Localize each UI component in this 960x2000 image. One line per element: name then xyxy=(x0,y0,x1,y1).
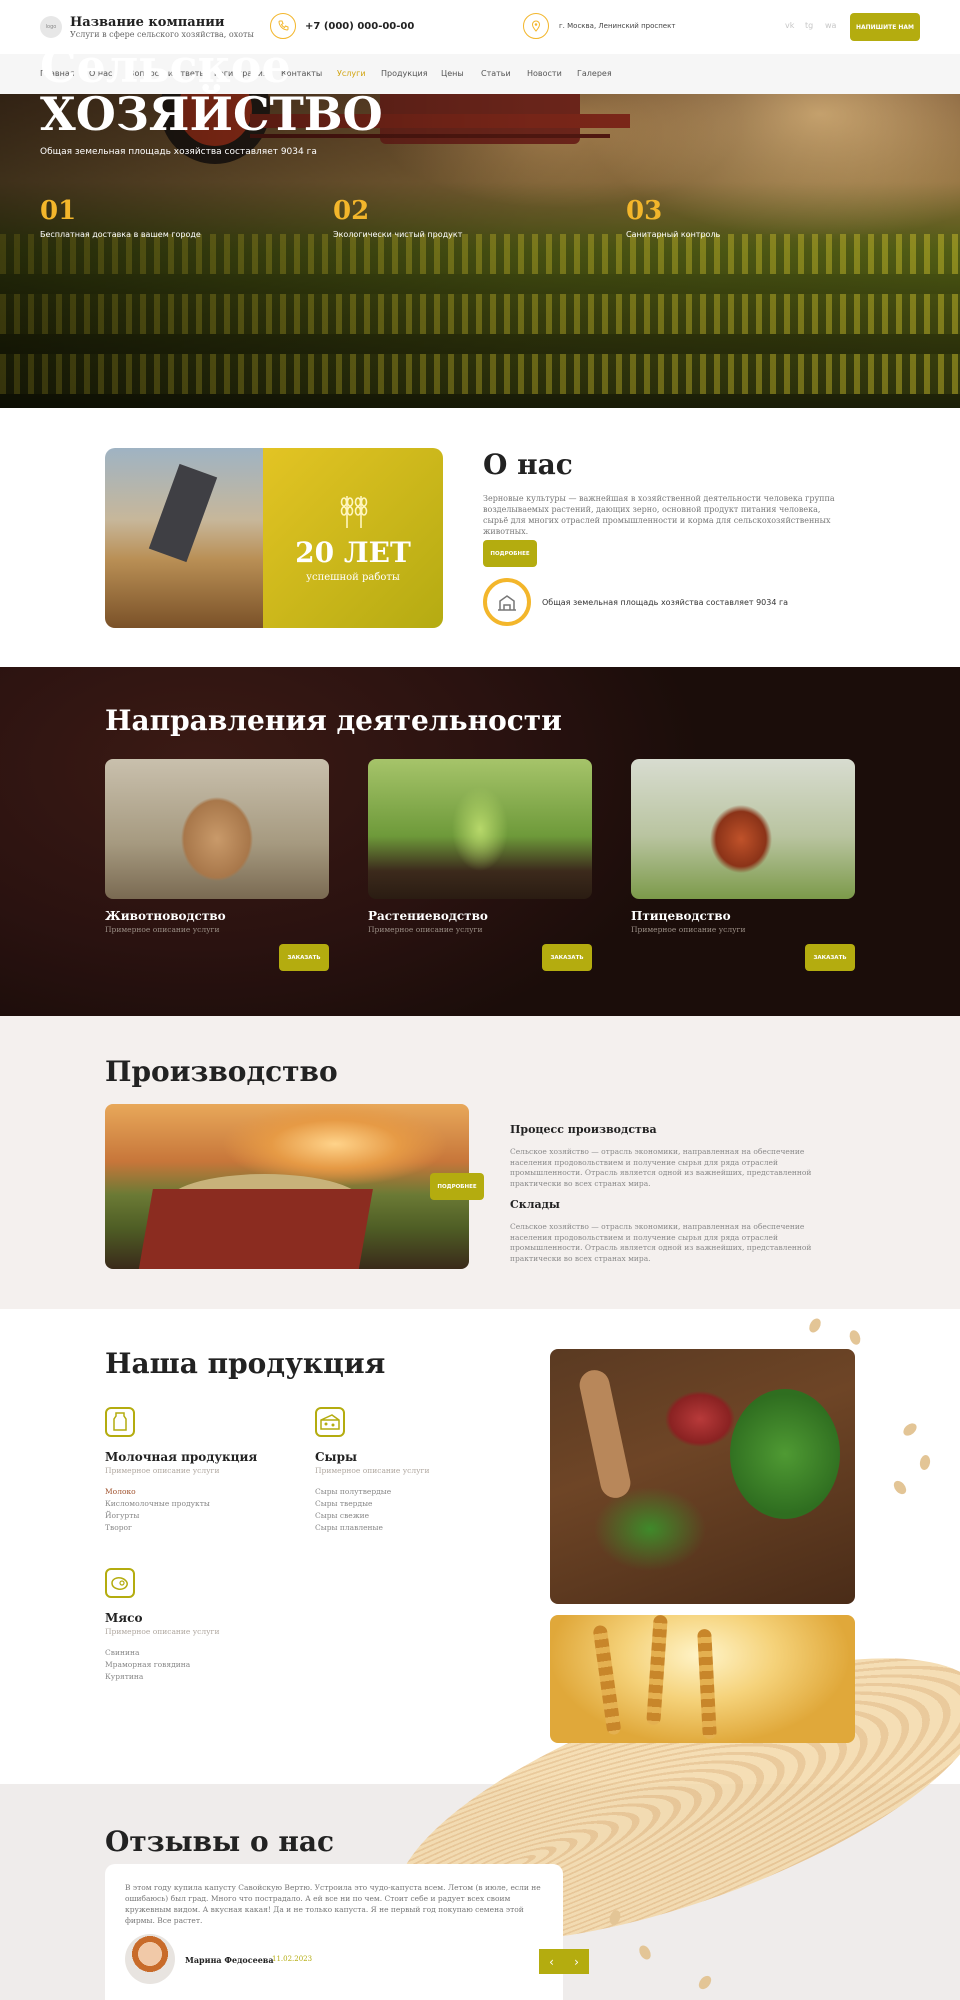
hero-banner xyxy=(0,94,960,408)
product-link[interactable]: Сыры свежие xyxy=(315,1511,369,1520)
direction-card-desc: Примерное описание услуги xyxy=(631,925,746,934)
category-desc: Примерное описание услуги xyxy=(105,1466,220,1475)
about-title: О нас xyxy=(483,448,573,481)
reviewer-name: Марина Федосеева xyxy=(185,1955,274,1965)
hero-subtitle: Общая земельная площадь хозяйства состав… xyxy=(40,147,317,157)
reviewer-avatar xyxy=(125,1934,175,1984)
product-link[interactable]: Сыры плавленые xyxy=(315,1523,383,1532)
company-tagline: Услуги в сфере сельского хозяйства, охот… xyxy=(70,30,254,39)
prev-review-button[interactable]: ‹ xyxy=(539,1949,564,1974)
harvest-photo xyxy=(105,1104,469,1269)
grain-decor xyxy=(901,1420,919,1439)
grain-decor xyxy=(891,1478,909,1497)
cheese-icon xyxy=(315,1407,345,1437)
products-title: Наша продукция xyxy=(105,1347,386,1380)
farm-area-text: Общая земельная площадь хозяйства состав… xyxy=(542,598,789,607)
food-products-photo xyxy=(550,1349,855,1604)
grain-decor xyxy=(847,1328,863,1347)
next-review-button[interactable]: › xyxy=(564,1949,589,1974)
stat-number: 03 xyxy=(626,196,663,226)
livestock-photo[interactable] xyxy=(105,759,329,899)
whatsapp-icon[interactable]: wa xyxy=(825,21,836,30)
nav-item-news[interactable]: Новости xyxy=(527,69,562,78)
direction-card-title[interactable]: Растениеводство xyxy=(368,909,488,923)
years-caption: успешной работы xyxy=(306,572,400,583)
grain-decor xyxy=(918,1454,932,1471)
phone-number[interactable]: +7 (000) 000-00-00 xyxy=(305,21,414,32)
order-button[interactable]: ЗАКАЗАТЬ xyxy=(542,944,592,971)
category-desc: Примерное описание услуги xyxy=(315,1466,430,1475)
direction-card-title[interactable]: Птицеводство xyxy=(631,909,731,923)
production-process-text: Сельское хозяйство — отрасль экономики, … xyxy=(510,1147,812,1188)
nav-item-prices[interactable]: Цены xyxy=(441,69,464,78)
product-link[interactable]: Творог xyxy=(105,1523,132,1532)
product-link[interactable]: Сыры твердые xyxy=(315,1499,373,1508)
hero-overlay xyxy=(0,94,960,408)
hero-title-line-2: ХОЗЯЙСТВО xyxy=(40,87,383,141)
directions-title: Направления деятельности xyxy=(105,704,562,737)
logo[interactable]: logo xyxy=(40,16,62,38)
direction-card-desc: Примерное описание услуги xyxy=(105,925,220,934)
wheat-icon xyxy=(335,492,373,535)
category-title: Мясо xyxy=(105,1611,143,1625)
telegram-icon[interactable]: tg xyxy=(805,21,813,30)
stat-label: Санитарный контроль xyxy=(626,230,721,239)
direction-card-title[interactable]: Животноводство xyxy=(105,909,226,923)
stat-label: Экологически чистый продукт xyxy=(333,230,463,239)
chevron-left-icon: ‹ xyxy=(549,1954,554,1969)
write-us-button[interactable]: НАПИШИТЕ НАМ xyxy=(850,13,920,41)
production-title: Производство xyxy=(105,1055,338,1088)
poultry-photo[interactable] xyxy=(631,759,855,899)
crop-farming-photo[interactable] xyxy=(368,759,592,899)
production-process-heading: Процесс производства xyxy=(510,1123,657,1136)
hero-title: Сельское ХОЗЯЙСТВО xyxy=(40,42,383,138)
category-title: Сыры xyxy=(315,1450,357,1464)
stat-label: Бесплатная доставка в вашем городе xyxy=(40,230,201,239)
review-text: В этом году купила капусту Савойскую Вер… xyxy=(125,1883,541,1925)
product-link[interactable]: Мраморная говядина xyxy=(105,1660,190,1669)
order-button[interactable]: ЗАКАЗАТЬ xyxy=(279,944,329,971)
product-link[interactable]: Йогурты xyxy=(105,1511,139,1520)
chevron-right-icon: › xyxy=(574,1954,579,1969)
nav-item-articles[interactable]: Статьи xyxy=(481,69,511,78)
production-more-button[interactable]: ПОДРОБНЕЕ xyxy=(430,1173,484,1200)
hero-title-line-1: Сельское xyxy=(40,39,291,93)
milk-jug-icon xyxy=(105,1407,135,1437)
category-desc: Примерное описание услуги xyxy=(105,1627,220,1636)
product-link[interactable]: Кисломолочные продукты xyxy=(105,1499,210,1508)
product-link[interactable]: Сыры полутвердые xyxy=(315,1487,391,1496)
stat-number: 01 xyxy=(40,196,77,226)
about-harvester-photo xyxy=(105,448,263,628)
years-count: 20 ЛЕТ xyxy=(295,536,411,569)
nav-item-gallery[interactable]: Галерея xyxy=(577,69,612,78)
category-title: Молочная продукция xyxy=(105,1450,258,1464)
address: г. Москва, Ленинский проспект xyxy=(559,22,676,30)
stat-number: 02 xyxy=(333,196,370,226)
about-more-button[interactable]: ПОДРОБНЕЕ xyxy=(483,540,537,567)
about-text: Зерновые культуры — важнейшая в хозяйств… xyxy=(483,494,835,536)
warehouses-text: Сельское хозяйство — отрасль экономики, … xyxy=(510,1222,812,1263)
product-link[interactable]: Молоко xyxy=(105,1487,136,1496)
wheat-photo xyxy=(550,1615,855,1743)
review-date: 11.02.2023 xyxy=(272,1955,313,1963)
meat-icon xyxy=(105,1568,135,1598)
nav-item-products[interactable]: Продукция xyxy=(381,69,428,78)
product-link[interactable]: Курятина xyxy=(105,1672,143,1681)
product-link[interactable]: Свинина xyxy=(105,1648,139,1657)
grain-decor xyxy=(806,1316,824,1335)
warehouses-heading: Склады xyxy=(510,1198,560,1211)
reviews-title: Отзывы о нас xyxy=(105,1825,335,1858)
location-pin-icon xyxy=(523,13,549,39)
direction-card-desc: Примерное описание услуги xyxy=(368,925,483,934)
company-name: Название компании xyxy=(70,15,225,30)
order-button[interactable]: ЗАКАЗАТЬ xyxy=(805,944,855,971)
vk-icon[interactable]: vk xyxy=(785,21,794,30)
farm-area-icon xyxy=(483,578,531,626)
phone-icon xyxy=(270,13,296,39)
